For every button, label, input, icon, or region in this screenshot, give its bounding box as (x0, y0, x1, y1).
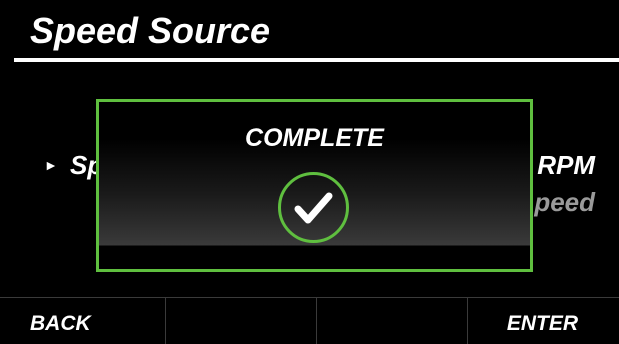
checkmark-circle-icon (278, 172, 349, 243)
page-title: Speed Source (30, 10, 271, 51)
enter-button[interactable]: ENTER (467, 298, 619, 344)
softkey-bar: BACK ENTER (0, 297, 619, 344)
complete-dialog: COMPLETE (96, 99, 533, 272)
header: Speed Source (0, 0, 619, 62)
menu-item-value: RPM (537, 150, 595, 180)
dialog-title: COMPLETE (245, 124, 384, 152)
selection-pointer-icon: ► (44, 157, 58, 173)
back-button[interactable]: BACK (0, 298, 165, 344)
header-divider (14, 58, 619, 62)
menu-item-value: peed (534, 187, 595, 217)
enter-button-label: ENTER (506, 312, 578, 335)
softkey-3[interactable] (316, 298, 468, 344)
softkey-2[interactable] (165, 298, 317, 344)
speed-source-screen: Speed Source ► Sp RPM peed BACK ENTER CO… (0, 0, 619, 344)
back-button-label: BACK (30, 312, 91, 335)
